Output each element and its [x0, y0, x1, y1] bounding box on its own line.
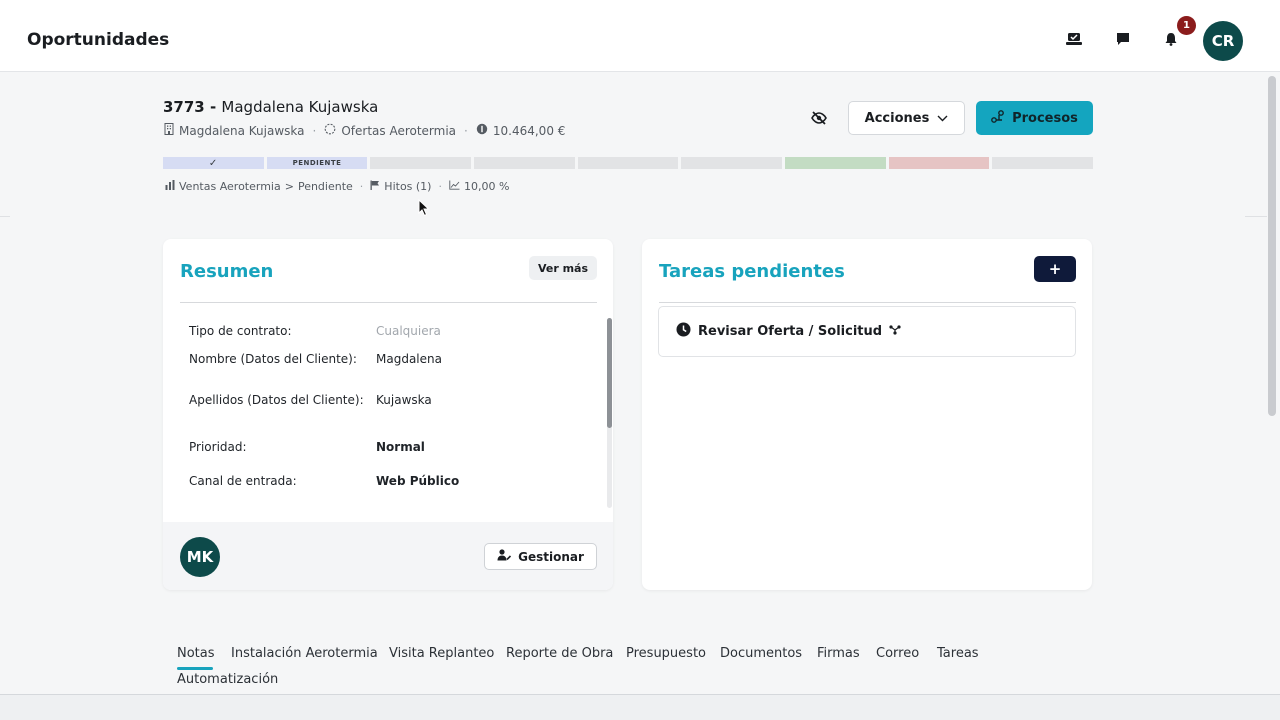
field-row: Nombre (Datos del Cliente): Magdalena	[189, 351, 589, 367]
building-icon	[164, 123, 174, 138]
tab-correo[interactable]: Correo	[876, 646, 919, 661]
tab-instalacion-aerotermia[interactable]: Instalación Aerotermia	[231, 646, 378, 661]
field-label: Nombre (Datos del Cliente):	[189, 352, 357, 366]
field-row: Tipo de contrato: Cualquiera	[189, 323, 589, 339]
field-value[interactable]: Web Público	[376, 474, 459, 488]
trend-chart-icon	[449, 180, 460, 193]
resumen-scrollbar-thumb[interactable]	[607, 318, 612, 428]
flag-icon	[370, 180, 380, 193]
acciones-label: Acciones	[864, 110, 930, 126]
stage-step[interactable]	[681, 157, 783, 169]
divider-left	[0, 216, 10, 217]
field-row: Canal de entrada: Web Público	[189, 473, 589, 489]
procesos-button[interactable]: Procesos	[976, 101, 1093, 135]
gestionar-button[interactable]: Gestionar	[484, 543, 597, 570]
task-item[interactable]: Revisar Oferta / Solicitud	[658, 306, 1076, 357]
separator-dot: ·	[359, 180, 364, 193]
breadcrumb: Ventas Aerotermia > Pendiente · Hitos (1…	[165, 180, 509, 193]
gestionar-label: Gestionar	[518, 549, 584, 564]
procesos-label: Procesos	[1012, 110, 1078, 126]
add-task-button[interactable]: +	[1034, 256, 1076, 282]
record-subtitle: Magdalena Kujawska · Ofertas Aerotermia …	[164, 123, 565, 138]
separator-dot: ·	[312, 123, 317, 138]
tab-presupuesto[interactable]: Presupuesto	[626, 646, 706, 661]
field-label: Apellidos (Datos del Cliente):	[189, 393, 364, 407]
field-row: Apellidos (Datos del Cliente): Kujawska	[189, 392, 589, 408]
user-edit-icon	[497, 549, 512, 564]
task-label: Revisar Oferta / Solicitud	[698, 324, 883, 339]
stage-completed[interactable]: ✓	[163, 157, 264, 169]
stage-won[interactable]	[785, 157, 886, 169]
pipeline-circle-icon	[324, 123, 336, 138]
breadcrumb-arrow: >	[284, 180, 294, 193]
check-icon: ✓	[208, 157, 218, 169]
bell-icon[interactable]	[1162, 30, 1180, 48]
field-label: Tipo de contrato:	[189, 324, 292, 338]
chevron-down-icon	[937, 111, 948, 126]
inbox-check-icon[interactable]	[1065, 30, 1083, 48]
tab-tareas[interactable]: Tareas	[937, 646, 979, 661]
field-value[interactable]: Cualquiera	[376, 324, 441, 338]
field-row: Prioridad: Normal	[189, 439, 589, 455]
eye-off-icon[interactable]	[810, 109, 828, 127]
record-company[interactable]: Magdalena Kujawska	[179, 124, 305, 138]
page-scrollbar[interactable]	[1268, 76, 1276, 416]
breadcrumb-hitos[interactable]: Hitos (1)	[384, 180, 431, 193]
tab-visita-replanteo[interactable]: Visita Replanteo	[389, 646, 494, 661]
stage-step[interactable]	[370, 157, 472, 169]
owner-avatar[interactable]: MK	[180, 537, 220, 577]
stage-lost[interactable]	[888, 157, 990, 169]
record-title-separator: -	[204, 98, 222, 116]
breadcrumb-stage[interactable]: Pendiente	[298, 180, 353, 193]
chat-icon[interactable]	[1114, 30, 1132, 48]
page-title: Oportunidades	[27, 30, 170, 50]
tareas-title: Tareas pendientes	[659, 261, 845, 282]
record-name: Magdalena Kujawska	[221, 98, 379, 116]
clock-icon	[676, 322, 691, 341]
record-number: 3773	[163, 98, 205, 116]
resumen-title: Resumen	[180, 261, 274, 282]
stage-progress-bar: ✓ PENDIENTE	[163, 157, 1094, 170]
active-tab-indicator	[177, 667, 213, 670]
divider-right	[1245, 216, 1267, 217]
workflow-icon	[889, 324, 901, 339]
resumen-footer: MK Gestionar	[163, 522, 613, 590]
coin-icon	[476, 123, 488, 138]
field-label: Canal de entrada:	[189, 474, 297, 488]
resumen-card: Resumen Ver más Tipo de contrato: Cualqu…	[163, 239, 613, 590]
stage-step[interactable]	[474, 157, 575, 169]
field-value[interactable]: Kujawska	[376, 393, 432, 407]
field-label: Prioridad:	[189, 440, 247, 454]
user-avatar[interactable]: CR	[1203, 21, 1243, 61]
bottom-strip	[0, 695, 1280, 720]
tab-automatizacion[interactable]: Automatización	[177, 672, 278, 687]
process-flow-icon	[991, 109, 1005, 127]
card-divider	[180, 302, 597, 303]
record-title: 3773 - Magdalena Kujawska	[163, 98, 378, 116]
field-value[interactable]: Magdalena	[376, 352, 442, 366]
ver-mas-button[interactable]: Ver más	[529, 256, 597, 280]
field-value[interactable]: Normal	[376, 440, 425, 454]
notification-badge: 1	[1177, 16, 1196, 35]
separator-dot: ·	[464, 123, 468, 138]
record-pipeline: Ofertas Aerotermia	[341, 123, 457, 138]
tab-firmas[interactable]: Firmas	[817, 646, 860, 661]
stage-step[interactable]	[992, 157, 1094, 169]
mouse-cursor-icon	[418, 198, 430, 217]
breadcrumb-probability: 10,00 %	[463, 180, 510, 193]
tab-reporte-de-obra[interactable]: Reporte de Obra	[506, 646, 613, 661]
bar-chart-icon	[165, 180, 175, 193]
card-divider	[659, 302, 1076, 303]
tareas-card: Tareas pendientes + Revisar Oferta / Sol…	[642, 239, 1092, 590]
tab-notas[interactable]: Notas	[177, 646, 215, 661]
breadcrumb-pipeline[interactable]: Ventas Aerotermia	[179, 180, 281, 193]
resumen-scrollbar[interactable]	[607, 318, 612, 508]
stage-step[interactable]	[577, 157, 679, 169]
record-amount: 10.464,00 €	[492, 123, 566, 138]
tab-documentos[interactable]: Documentos	[720, 646, 802, 661]
top-bar: Oportunidades 1 CR	[0, 0, 1280, 72]
stage-current[interactable]: PENDIENTE	[266, 157, 368, 169]
acciones-button[interactable]: Acciones	[848, 101, 965, 135]
separator-dot: ·	[438, 180, 442, 193]
